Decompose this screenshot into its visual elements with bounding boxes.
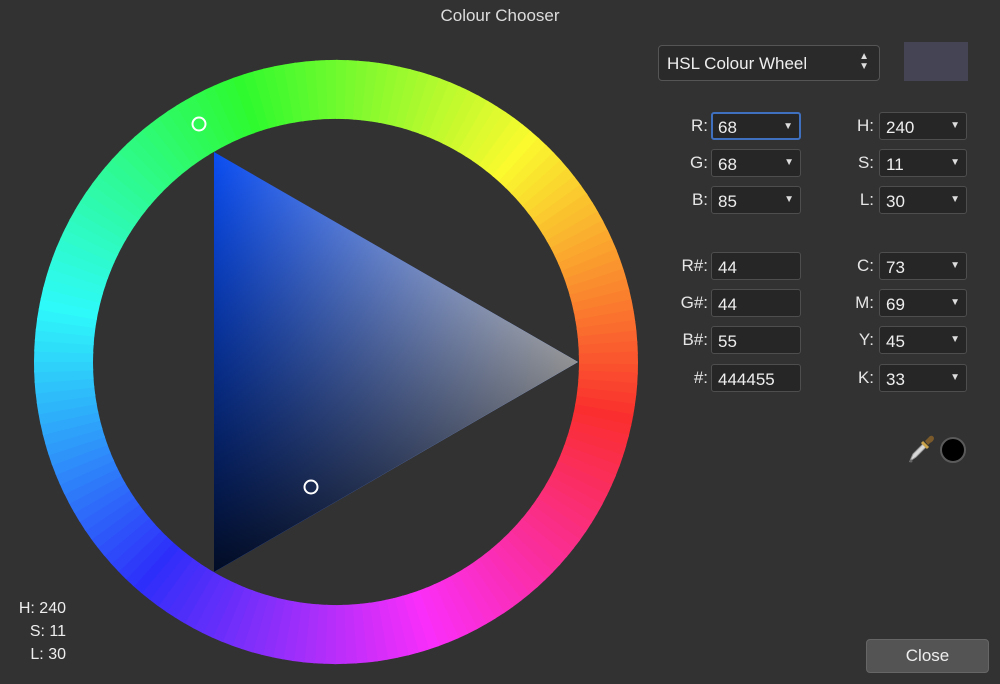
field-label-r-hex: R#: [681, 256, 708, 275]
hsl-readout-l: L: 30 [30, 646, 66, 663]
field-b[interactable]: 85 ▼ [711, 186, 801, 214]
dropdown-arrow-icon[interactable]: ▼ [950, 334, 960, 345]
close-button[interactable]: Close [866, 639, 989, 673]
field-label-r: R: [691, 116, 708, 135]
current-colour-swatch [904, 42, 968, 81]
field-b-hex[interactable]: 55 [711, 326, 801, 354]
field-r[interactable]: 68 ▼ [711, 112, 801, 140]
field-label-m: M: [855, 293, 874, 312]
field-label-b: B: [691, 190, 708, 209]
field-m[interactable]: 69 ▼ [879, 289, 967, 317]
field-value: 33 [886, 370, 905, 389]
hsl-readout: H: 240 S: 11 L: 30 [12, 597, 66, 666]
field-y[interactable]: 45 ▼ [879, 326, 967, 354]
dropdown-arrow-icon[interactable]: ▼ [784, 194, 794, 205]
field-label-k: K: [857, 368, 874, 387]
field-value: 55 [718, 332, 737, 351]
field-k[interactable]: 33 ▼ [879, 364, 967, 392]
field-label-l: L: [859, 190, 874, 209]
field-label-s: S: [857, 153, 874, 172]
hsl-colour-wheel[interactable] [0, 0, 640, 684]
field-label-h: H: [857, 116, 874, 135]
field-c[interactable]: 73 ▼ [879, 252, 967, 280]
field-label-hex: #: [693, 368, 708, 387]
dropdown-arrow-icon[interactable]: ▼ [950, 297, 960, 308]
hsl-readout-s: S: 11 [29, 623, 66, 640]
field-value: 44 [718, 295, 737, 314]
dropdown-arrow-icon[interactable]: ▼ [950, 372, 960, 383]
field-s[interactable]: 11 ▼ [879, 149, 967, 177]
field-value: 240 [886, 118, 915, 137]
field-label-g-hex: G#: [680, 293, 708, 312]
field-value: 85 [718, 192, 737, 211]
field-value: 444455 [718, 370, 775, 389]
field-value: 68 [718, 118, 737, 137]
field-g[interactable]: 68 ▼ [711, 149, 801, 177]
field-value: 44 [718, 258, 737, 277]
field-value: 68 [718, 155, 737, 174]
field-value: 11 [886, 155, 904, 174]
dropdown-arrow-icon[interactable]: ▼ [950, 120, 960, 131]
select-arrows-icon: ▲ ▼ [859, 51, 869, 72]
field-hex[interactable]: 444455 [711, 364, 801, 392]
field-value: 69 [886, 295, 905, 314]
field-label-b-hex: B#: [682, 330, 708, 349]
colour-model-select[interactable]: HSL Colour Wheel ▲ ▼ [658, 45, 880, 81]
dropdown-arrow-icon[interactable]: ▼ [950, 260, 960, 271]
colour-model-value: HSL Colour Wheel [667, 54, 808, 73]
field-label-c: C: [857, 256, 874, 275]
dropdown-arrow-icon[interactable]: ▼ [784, 157, 794, 168]
field-r-hex[interactable]: 44 [711, 252, 801, 280]
field-value: 73 [886, 258, 905, 277]
dropdown-arrow-icon[interactable]: ▼ [950, 194, 960, 205]
field-l[interactable]: 30 ▼ [879, 186, 967, 214]
field-label-g: G: [690, 153, 708, 172]
dropdown-arrow-icon[interactable]: ▼ [783, 121, 793, 132]
field-value: 30 [886, 192, 905, 211]
dropdown-arrow-icon[interactable]: ▼ [950, 157, 960, 168]
picked-colour-swatch[interactable] [940, 437, 966, 463]
hsl-readout-h: H: 240 [18, 600, 66, 617]
saturation-lightness-triangle[interactable] [214, 152, 578, 572]
field-g-hex[interactable]: 44 [711, 289, 801, 317]
field-value: 45 [886, 332, 905, 351]
field-label-y: Y: [858, 330, 874, 349]
field-h[interactable]: 240 ▼ [879, 112, 967, 140]
eyedropper-icon[interactable] [906, 432, 936, 464]
